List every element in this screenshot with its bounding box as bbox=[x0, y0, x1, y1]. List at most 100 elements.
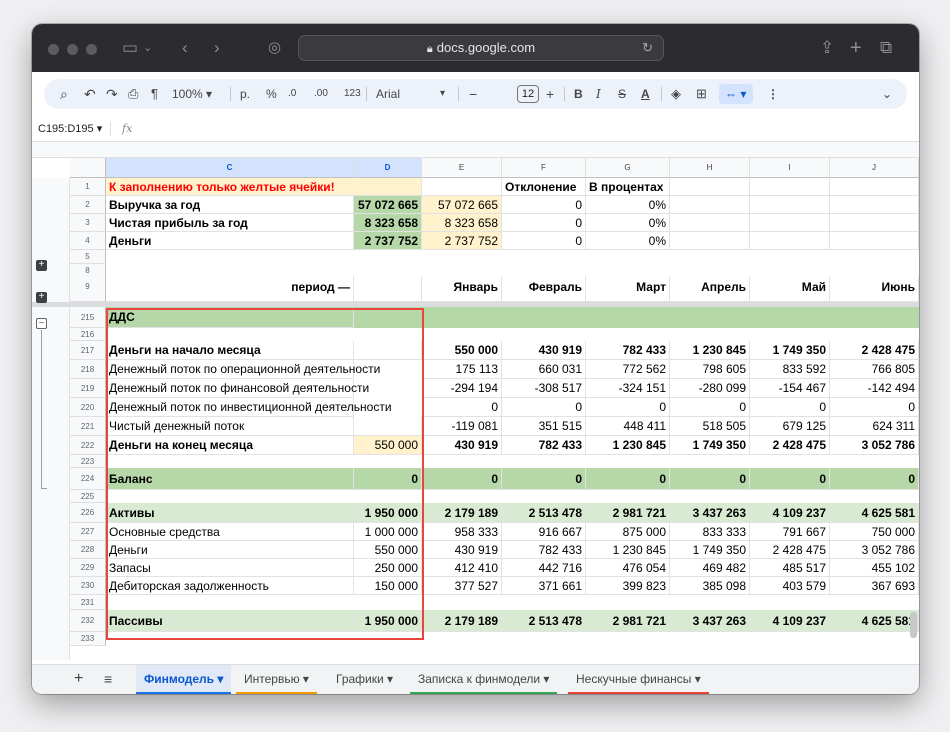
cell-j1[interactable] bbox=[830, 178, 919, 196]
minimize-window-button[interactable] bbox=[67, 44, 78, 55]
cell-g221[interactable]: 448 411 bbox=[586, 417, 670, 436]
cell-e3[interactable]: 8 323 658 bbox=[422, 214, 502, 232]
back-icon[interactable]: ‹ bbox=[182, 36, 188, 60]
cell-i224[interactable]: 0 bbox=[750, 468, 830, 490]
month-header-apr[interactable]: Апрель bbox=[670, 276, 750, 302]
tab-charts[interactable]: Графики ▾ bbox=[328, 665, 401, 694]
tab-finmodel-notes[interactable]: Записка к финмодели ▾ bbox=[410, 665, 558, 694]
cell-c218[interactable]: Денежный поток по операционной деятельно… bbox=[106, 360, 380, 379]
add-sheet-icon[interactable]: + bbox=[74, 665, 83, 693]
row-number[interactable]: 220 bbox=[70, 398, 106, 417]
font-select[interactable]: Arial bbox=[376, 79, 400, 109]
font-dropdown-icon[interactable]: ▾ bbox=[440, 79, 445, 109]
cell-e2[interactable]: 57 072 665 bbox=[422, 196, 502, 214]
cell-i232[interactable]: 4 109 237 bbox=[750, 610, 830, 632]
cell-i217[interactable]: 1 749 350 bbox=[750, 341, 830, 360]
forward-icon[interactable]: › bbox=[214, 36, 220, 60]
chevron-down-icon[interactable]: ⌄ bbox=[143, 36, 152, 60]
cell-h2[interactable] bbox=[670, 196, 750, 214]
column-header-j[interactable]: J bbox=[830, 158, 919, 178]
row-number[interactable]: 219 bbox=[70, 379, 106, 398]
row-number[interactable]: 230 bbox=[70, 577, 106, 595]
cell-j227[interactable]: 750 000 bbox=[830, 523, 919, 541]
cell-i219[interactable]: -154 467 bbox=[750, 379, 830, 398]
row-number[interactable]: 232 bbox=[70, 610, 106, 632]
cell-f1[interactable]: Отклонение bbox=[502, 178, 586, 196]
column-header-d[interactable]: D bbox=[354, 158, 422, 178]
cell-e218[interactable]: 175 113 bbox=[422, 360, 502, 379]
cell-h221[interactable]: 518 505 bbox=[670, 417, 750, 436]
row-number[interactable]: 3 bbox=[70, 214, 106, 232]
increase-decimal-button[interactable]: .00 bbox=[314, 79, 328, 109]
cell-e227[interactable]: 958 333 bbox=[422, 523, 502, 541]
row-number[interactable]: 9 bbox=[70, 276, 106, 302]
expand-group-icon[interactable]: + bbox=[36, 260, 47, 271]
cell-d227[interactable]: 1 000 000 bbox=[354, 523, 422, 541]
cell-j220[interactable]: 0 bbox=[830, 398, 919, 417]
cell-j230[interactable]: 367 693 bbox=[830, 577, 919, 595]
fill-color-icon[interactable]: ◈ bbox=[671, 79, 681, 109]
period-label[interactable]: период — bbox=[106, 276, 354, 302]
cell-c215[interactable]: ДДС bbox=[106, 307, 354, 328]
cell-i4[interactable] bbox=[750, 232, 830, 250]
zoom-window-button[interactable] bbox=[86, 44, 97, 55]
row-number[interactable]: 225 bbox=[70, 490, 106, 503]
cell-i229[interactable]: 485 517 bbox=[750, 559, 830, 577]
column-header-g[interactable]: G bbox=[586, 158, 670, 178]
cell-f230[interactable]: 371 661 bbox=[502, 577, 586, 595]
vertical-scrollbar[interactable] bbox=[910, 612, 917, 638]
tab-interview[interactable]: Интервью ▾ bbox=[236, 665, 317, 694]
name-box[interactable]: C195:D195 ▾ bbox=[38, 116, 102, 142]
cell-f217[interactable]: 430 919 bbox=[502, 341, 586, 360]
expand-group-icon[interactable]: + bbox=[36, 292, 47, 303]
cell-d2[interactable]: 57 072 665 bbox=[354, 196, 422, 214]
italic-button[interactable]: I bbox=[596, 79, 601, 109]
print-icon[interactable]: ⎙ bbox=[128, 79, 138, 109]
cell-f228[interactable]: 782 433 bbox=[502, 541, 586, 559]
cell-i228[interactable]: 2 428 475 bbox=[750, 541, 830, 559]
cell-h1[interactable] bbox=[670, 178, 750, 196]
cell-f232[interactable]: 2 513 478 bbox=[502, 610, 586, 632]
row-number[interactable]: 226 bbox=[70, 503, 106, 523]
decrease-decimal-button[interactable]: .0 bbox=[288, 79, 296, 109]
cell-j217[interactable]: 2 428 475 bbox=[830, 341, 919, 360]
cell-h227[interactable]: 833 333 bbox=[670, 523, 750, 541]
cell-e217[interactable]: 550 000 bbox=[422, 341, 502, 360]
cell-e226[interactable]: 2 179 189 bbox=[422, 503, 502, 523]
cell-c221[interactable]: Чистый денежный поток bbox=[106, 417, 354, 436]
cell-g224[interactable]: 0 bbox=[586, 468, 670, 490]
row-number[interactable]: 224 bbox=[70, 468, 106, 490]
row-number[interactable]: 215 bbox=[70, 307, 106, 328]
cell-f219[interactable]: -308 517 bbox=[502, 379, 586, 398]
cell-i227[interactable]: 791 667 bbox=[750, 523, 830, 541]
cell-c4[interactable]: Деньги bbox=[106, 232, 354, 250]
cell-d217[interactable] bbox=[354, 341, 422, 360]
cell-f2[interactable]: 0 bbox=[502, 196, 586, 214]
cell-i1[interactable] bbox=[750, 178, 830, 196]
cell-i3[interactable] bbox=[750, 214, 830, 232]
cell-e232[interactable]: 2 179 189 bbox=[422, 610, 502, 632]
cell-c232[interactable]: Пассивы bbox=[106, 610, 354, 632]
reload-icon[interactable]: ↻ bbox=[642, 36, 653, 60]
cell-c1[interactable]: К заполнению только желтые ячейки! bbox=[106, 178, 422, 196]
cell-h217[interactable]: 1 230 845 bbox=[670, 341, 750, 360]
row-number[interactable]: 2 bbox=[70, 196, 106, 214]
column-header-i[interactable]: I bbox=[750, 158, 830, 178]
cell-j219[interactable]: -142 494 bbox=[830, 379, 919, 398]
cell-g230[interactable]: 399 823 bbox=[586, 577, 670, 595]
column-header-c[interactable]: C bbox=[106, 158, 354, 178]
cell-h220[interactable]: 0 bbox=[670, 398, 750, 417]
cell-i221[interactable]: 679 125 bbox=[750, 417, 830, 436]
cell-j226[interactable]: 4 625 581 bbox=[830, 503, 919, 523]
select-all-corner[interactable] bbox=[70, 158, 106, 178]
cell-g220[interactable]: 0 bbox=[586, 398, 670, 417]
bold-button[interactable]: B bbox=[574, 79, 583, 109]
cell-d224[interactable]: 0 bbox=[354, 468, 422, 490]
cell-j2[interactable] bbox=[830, 196, 919, 214]
cell-c217[interactable]: Деньги на начало месяца bbox=[106, 341, 354, 360]
cell-h219[interactable]: -280 099 bbox=[670, 379, 750, 398]
format-percent-button[interactable]: % bbox=[266, 79, 277, 109]
increase-font-size-button[interactable]: + bbox=[546, 79, 554, 109]
cell-j3[interactable] bbox=[830, 214, 919, 232]
sidebar-icon[interactable]: ▭ bbox=[122, 36, 138, 60]
